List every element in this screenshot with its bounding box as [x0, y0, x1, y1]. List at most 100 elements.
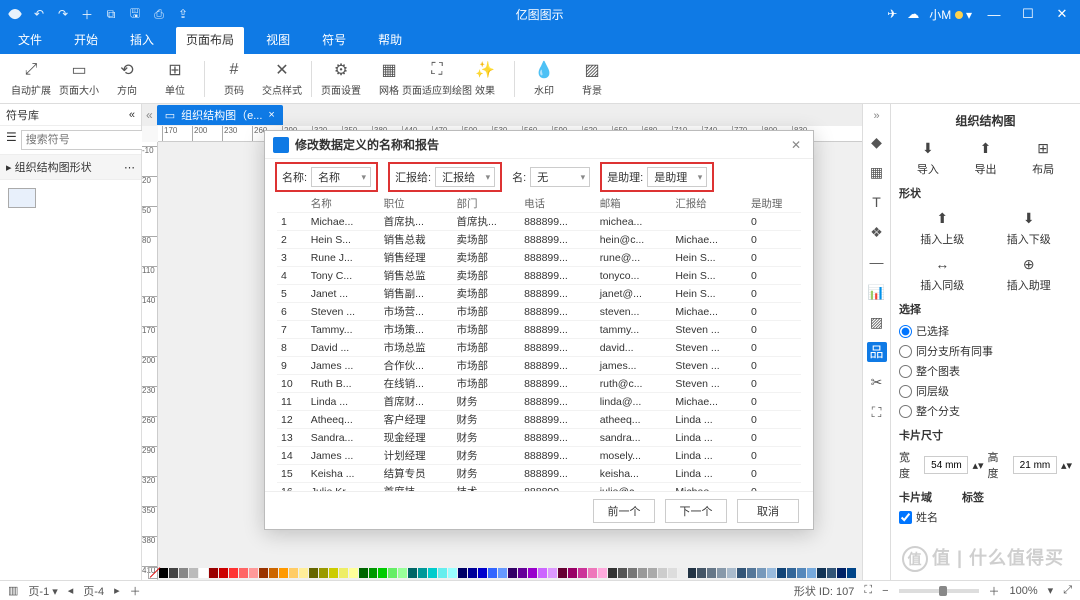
color-swatch[interactable] [608, 568, 617, 578]
color-swatch[interactable] [309, 568, 318, 578]
ribbon-方向[interactable]: ⟲方向 [104, 56, 150, 102]
maximize-button[interactable]: ☐ [1016, 6, 1040, 22]
color-swatch[interactable] [508, 568, 517, 578]
ribbon-单位[interactable]: ⊞单位 [152, 56, 198, 102]
select-radio-已选择[interactable] [899, 325, 912, 338]
tab-close-icon[interactable]: × [268, 109, 274, 121]
color-swatch[interactable] [219, 568, 228, 578]
library-icon[interactable]: ☰ [6, 130, 17, 150]
next-page-icon[interactable]: ▸ [114, 584, 120, 597]
chart-icon[interactable]: 📊 [867, 282, 887, 302]
filter-select[interactable]: 无 [530, 167, 590, 187]
color-swatch[interactable] [528, 568, 537, 578]
image-icon[interactable]: ▨ [867, 312, 887, 332]
color-swatch[interactable] [727, 568, 736, 578]
minimize-button[interactable]: ― [982, 7, 1006, 22]
color-swatch[interactable] [757, 568, 766, 578]
document-tab[interactable]: ▭ 组织结构图（e... × [157, 105, 283, 125]
color-swatch[interactable] [707, 568, 716, 578]
table-row[interactable]: 16Julie Kr...首席技...技术888899...julie@c...… [277, 483, 801, 492]
card-width-input[interactable] [924, 456, 968, 474]
select-radio-同分支所有同事[interactable] [899, 345, 912, 358]
color-swatch[interactable] [329, 568, 338, 578]
color-swatch[interactable] [229, 568, 238, 578]
color-swatch[interactable] [678, 568, 687, 578]
color-swatch[interactable] [588, 568, 597, 578]
ribbon-交点样式[interactable]: ✕交点样式 [259, 56, 305, 102]
shape-thumbnail[interactable] [8, 188, 36, 208]
color-swatch[interactable] [668, 568, 677, 578]
color-swatch[interactable] [169, 568, 178, 578]
select-radio-整个图表[interactable] [899, 365, 912, 378]
dialog-button-下一个[interactable]: 下一个 [665, 499, 727, 523]
expand-right-icon[interactable]: » [873, 110, 879, 122]
color-swatch[interactable] [349, 568, 358, 578]
table-row[interactable]: 6Steven ...市场营...市场部888899...steven...Mi… [277, 303, 801, 321]
shape-btn-插入下级[interactable]: ⬇插入下级 [1007, 207, 1051, 247]
fullscreen-icon[interactable]: ⤢ [1063, 584, 1072, 597]
redo-icon[interactable]: ↷ [54, 5, 72, 23]
table-row[interactable]: 4Tony C...销售总监卖场部888899...tonyco...Hein … [277, 267, 801, 285]
shape-btn-插入同级[interactable]: ↔插入同级 [920, 253, 964, 293]
paint-bucket-icon[interactable]: ◆ [867, 132, 887, 152]
color-swatch[interactable] [299, 568, 308, 578]
text-icon[interactable]: T [867, 192, 887, 212]
dialog-button-前一个[interactable]: 前一个 [593, 499, 655, 523]
color-swatch[interactable] [438, 568, 447, 578]
color-swatch[interactable] [837, 568, 846, 578]
panel-btn-布局[interactable]: ⊞布局 [1032, 137, 1054, 177]
color-swatch[interactable] [478, 568, 487, 578]
zoom-label[interactable]: 100% [1010, 585, 1038, 597]
menu-文件[interactable]: 文件 [8, 27, 52, 54]
color-swatch[interactable] [538, 568, 547, 578]
share-icon[interactable]: ✈ [887, 7, 897, 21]
dialog-button-取消[interactable]: 取消 [737, 499, 799, 523]
category-menu-icon[interactable]: ⋯ [124, 161, 135, 174]
new-icon[interactable]: ＋ [78, 5, 96, 23]
table-row[interactable]: 11Linda ...首席财...财务888899...linda@...Mic… [277, 393, 801, 411]
color-swatch[interactable] [458, 568, 467, 578]
table-row[interactable]: 14James ...计划经理财务888899...mosely...Linda… [277, 447, 801, 465]
color-swatch[interactable] [428, 568, 437, 578]
table-row[interactable]: 13Sandra...现金经理财务888899...sandra...Linda… [277, 429, 801, 447]
table-row[interactable]: 8David ...市场总监市场部888899...david...Steven… [277, 339, 801, 357]
color-swatch[interactable] [638, 568, 647, 578]
color-swatch[interactable] [209, 568, 218, 578]
color-swatch[interactable] [847, 568, 856, 578]
select-radio-同层级[interactable] [899, 385, 912, 398]
color-swatch[interactable] [598, 568, 607, 578]
color-swatch[interactable] [628, 568, 637, 578]
color-swatch[interactable] [319, 568, 328, 578]
color-swatch[interactable] [688, 568, 697, 578]
line-icon[interactable]: ― [867, 252, 887, 272]
ribbon-页面设置[interactable]: ⚙页面设置 [318, 56, 364, 102]
color-swatch[interactable] [558, 568, 567, 578]
color-swatch[interactable] [398, 568, 407, 578]
color-swatch[interactable] [179, 568, 188, 578]
fit-icon[interactable]: ⛶ [864, 584, 872, 597]
color-swatch[interactable] [259, 568, 268, 578]
color-swatch[interactable] [618, 568, 627, 578]
color-swatch[interactable] [737, 568, 746, 578]
color-swatch[interactable] [289, 568, 298, 578]
color-swatch[interactable] [747, 568, 756, 578]
color-swatch[interactable] [199, 568, 208, 578]
table-row[interactable]: 1Michae...首席执...首席执...888899...michea...… [277, 213, 801, 231]
color-swatch[interactable] [777, 568, 786, 578]
panel-btn-导入[interactable]: ⬇导入 [917, 137, 939, 177]
filter-select[interactable]: 汇报给 [435, 167, 495, 187]
cloud-icon[interactable]: ☁ [907, 7, 919, 21]
layers-icon[interactable]: ❖ [867, 222, 887, 242]
color-swatch[interactable] [159, 568, 168, 578]
table-row[interactable]: 3Rune J...销售经理卖场部888899...rune@...Hein S… [277, 249, 801, 267]
color-swatch[interactable] [388, 568, 397, 578]
color-swatch[interactable] [249, 568, 258, 578]
grid-icon[interactable]: ▦ [867, 162, 887, 182]
color-swatch[interactable] [717, 568, 726, 578]
color-swatch[interactable] [787, 568, 796, 578]
page-list-icon[interactable]: ▥ [8, 584, 18, 597]
ribbon-页面适应到绘图[interactable]: ⛶页面适应到绘图 [414, 56, 460, 102]
color-swatch[interactable] [548, 568, 557, 578]
close-button[interactable]: ✕ [1050, 6, 1074, 22]
color-swatch[interactable] [767, 568, 776, 578]
